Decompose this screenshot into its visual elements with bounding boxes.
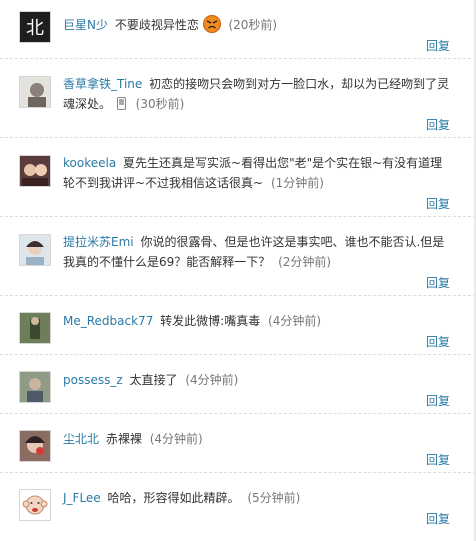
list-item: 尘北北 赤裸裸 (4分钟前) 回复 [0,414,476,473]
list-item: kookeela 夏先生还真是写实派~看得出您"老"是个实在银~有没有道理轮不到… [0,138,476,217]
username-link[interactable]: Me_Redback77 [63,314,153,328]
angry-face-icon [202,15,221,33]
avatar[interactable] [19,76,51,108]
timestamp: (20秒前) [228,18,278,32]
list-item: 香草拿铁_Tine 初恋的接吻只会吻到对方一脸口水，却以为已经吻到了灵魂深处。 … [0,59,476,138]
comment-content: J_FLee 哈哈，形容得如此精辟。 (5分钟前) [63,488,453,508]
comment-content: 巨星N少 不要歧视异性恋 (20秒前) [63,15,453,35]
reply-button[interactable]: 回复 [426,37,450,54]
comment-text: 不要歧视异性恋 [114,18,199,32]
comment-text: 转发此微博:嘴真毒 [160,314,261,328]
list-item: Me_Redback77 转发此微博:嘴真毒 (4分钟前) 回复 [0,296,476,355]
list-item: J_FLee 哈哈，形容得如此精辟。 (5分钟前) 回复 [0,473,476,541]
timestamp: (30秒前) [135,97,185,111]
username-link[interactable]: possess_z [63,373,123,387]
comment-content: kookeela 夏先生还真是写实派~看得出您"老"是个实在银~有没有道理轮不到… [63,153,453,193]
avatar[interactable] [19,430,51,462]
list-item: 北 巨星N少 不要歧视异性恋 (20秒前) 回复 [0,0,476,59]
comment-content: 提拉米苏Emi 你说的很露骨、但是也许这是事实吧、谁也不能否认.但是我真的不懂什… [63,232,453,272]
comment-text: 哈哈，形容得如此精辟。 [107,491,240,505]
avatar[interactable] [19,371,51,403]
reply-button[interactable]: 回复 [426,274,450,291]
username-link[interactable]: 尘北北 [63,432,99,446]
comment-content: 香草拿铁_Tine 初恋的接吻只会吻到对方一脸口水，却以为已经吻到了灵魂深处。 … [63,74,453,114]
comment-content: 尘北北 赤裸裸 (4分钟前) [63,429,453,449]
timestamp: (1分钟前) [270,176,324,190]
username-link[interactable]: J_FLee [63,491,101,505]
reply-button[interactable]: 回复 [426,392,450,409]
comment-text: 夏先生还真是写实派~看得出您"老"是个实在银~有没有道理轮不到我讲评~不过我相信… [63,156,443,190]
comment-text: 太直接了 [129,373,178,387]
timestamp: (4分钟前) [268,314,322,328]
list-item: 提拉米苏Emi 你说的很露骨、但是也许这是事实吧、谁也不能否认.但是我真的不懂什… [0,217,476,296]
reply-button[interactable]: 回复 [426,451,450,468]
comment-list: 北 巨星N少 不要歧视异性恋 (20秒前) 回复 香草拿铁_Tine 初恋的接吻… [0,0,476,541]
avatar[interactable] [19,312,51,344]
list-item: possess_z 太直接了 (4分钟前) 回复 [0,355,476,414]
comment-content: Me_Redback77 转发此微博:嘴真毒 (4分钟前) [63,311,453,331]
avatar[interactable] [19,234,51,266]
reply-button[interactable]: 回复 [426,116,450,133]
comment-content: possess_z 太直接了 (4分钟前) [63,370,453,390]
avatar[interactable]: 北 [19,11,51,43]
username-link[interactable]: 提拉米苏Emi [63,235,134,249]
timestamp: (4分钟前) [185,373,239,387]
avatar[interactable] [19,489,51,521]
reply-button[interactable]: 回复 [426,195,450,212]
reply-button[interactable]: 回复 [426,333,450,350]
timestamp: (2分钟前) [278,255,332,269]
timestamp: (4分钟前) [149,432,203,446]
svg-text:北: 北 [26,18,44,39]
avatar[interactable] [19,155,51,187]
comment-text: 赤裸裸 [105,432,142,446]
username-link[interactable]: 香草拿铁_Tine [63,77,142,91]
username-link[interactable]: kookeela [63,156,116,170]
reply-button[interactable]: 回复 [426,510,450,527]
mobile-phone-icon [116,96,126,110]
username-link[interactable]: 巨星N少 [63,18,108,32]
timestamp: (5分钟前) [247,491,301,505]
